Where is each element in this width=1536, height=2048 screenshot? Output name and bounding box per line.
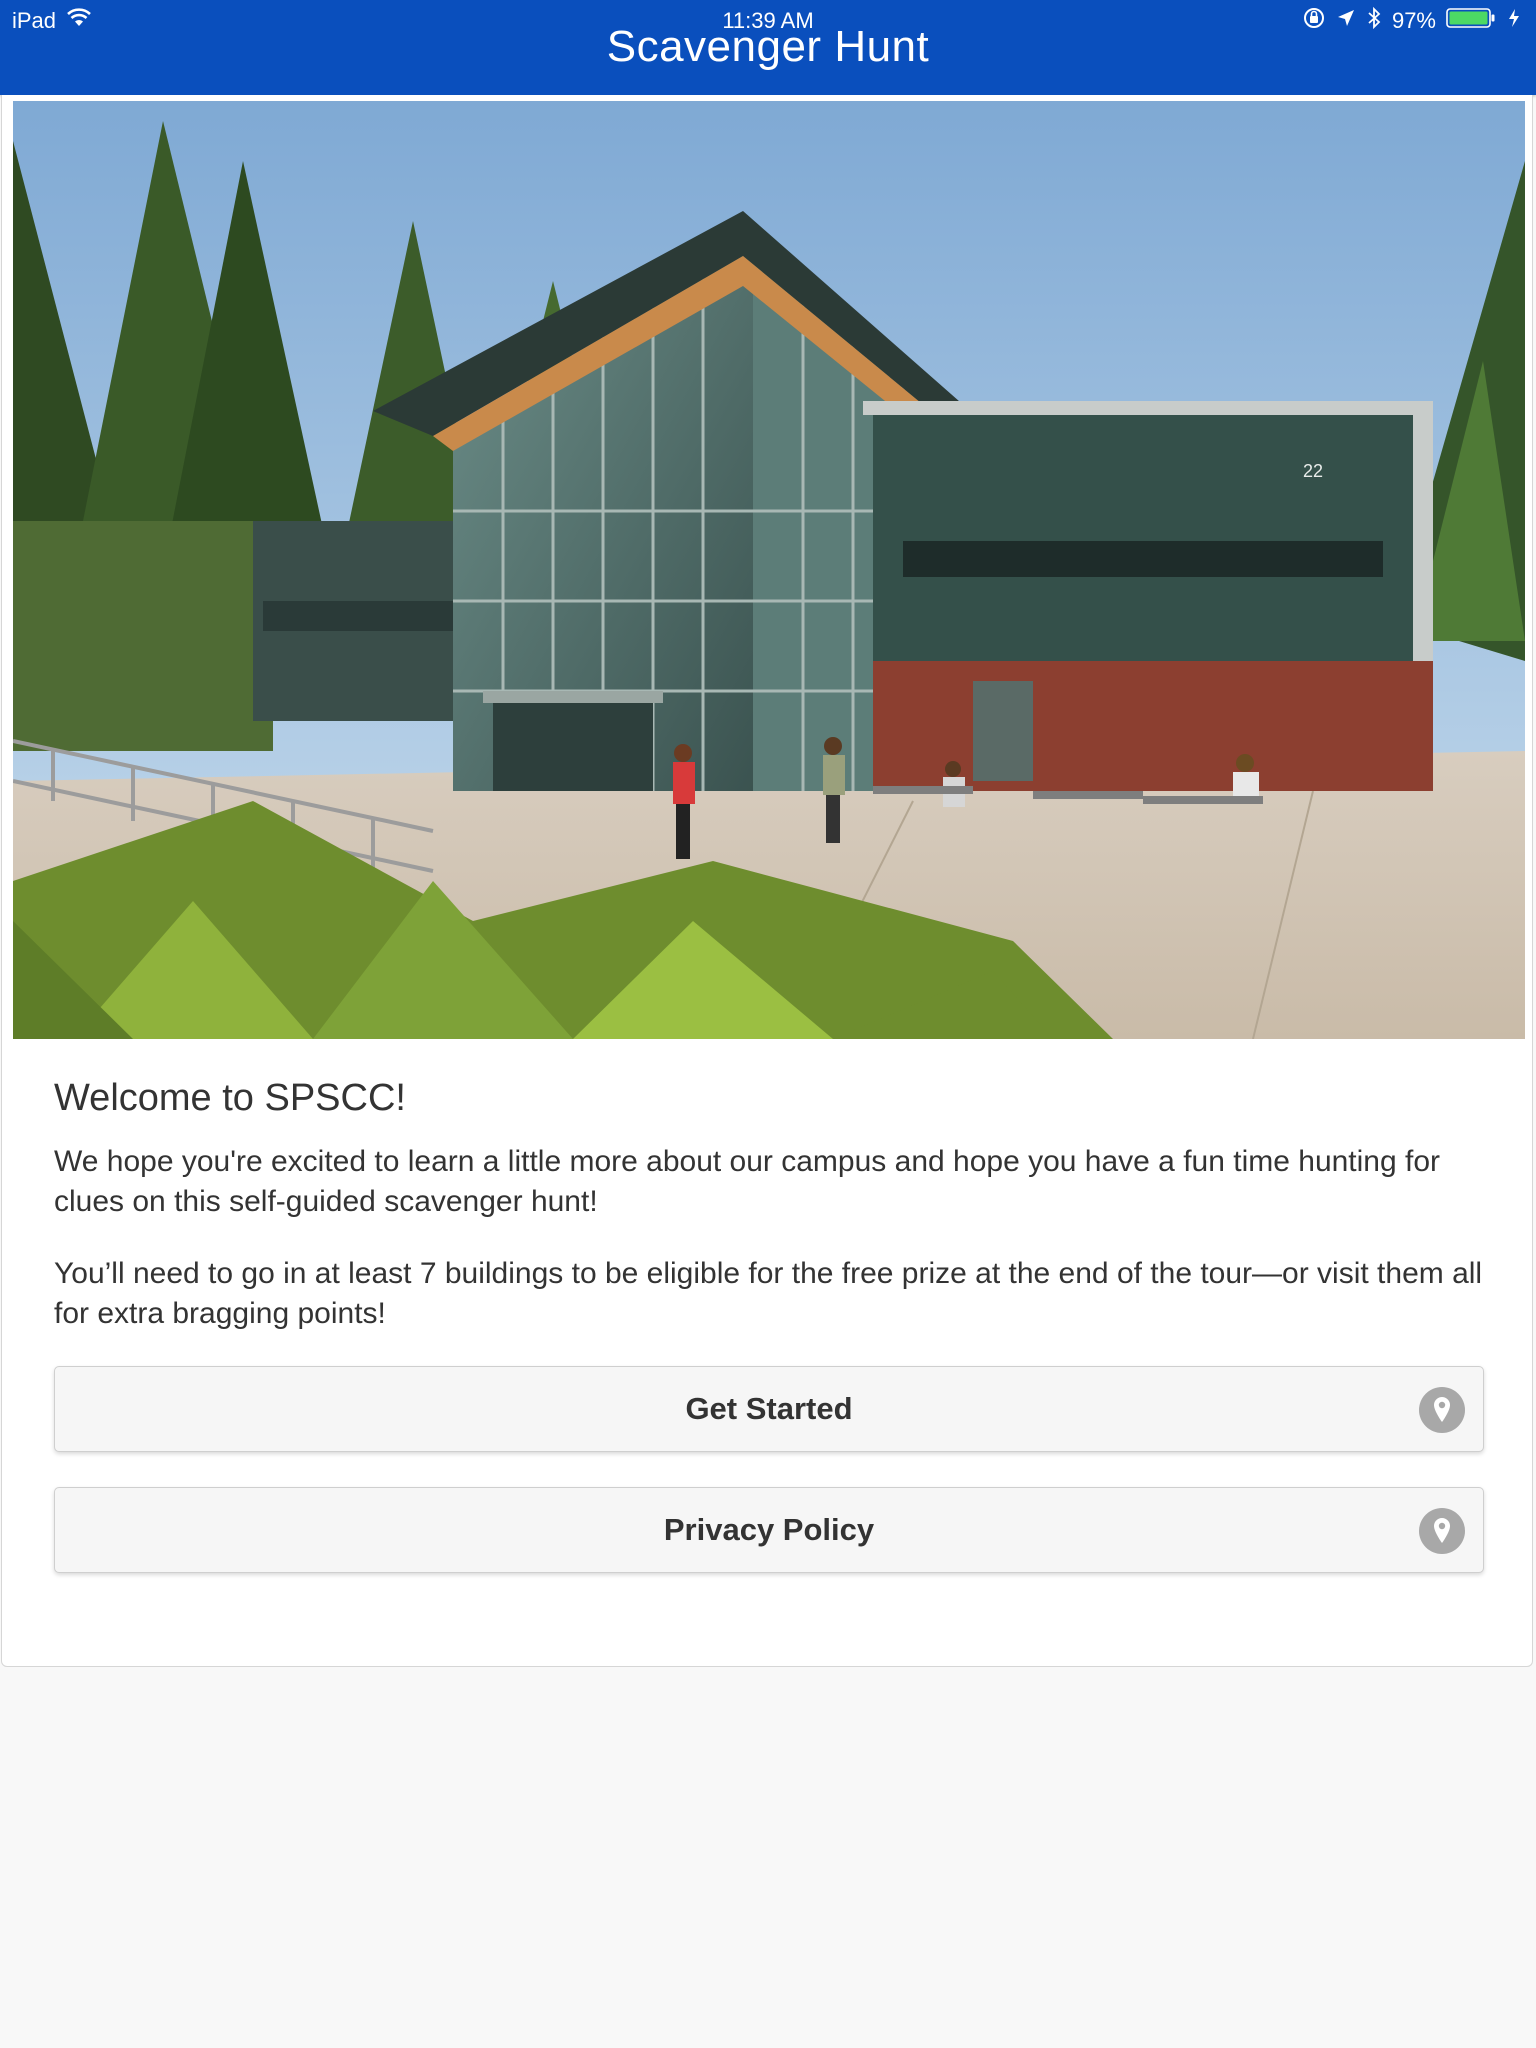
map-pin-icon [1419, 1508, 1465, 1554]
navigation-bar: iPad 11:39 AM 97% Scavenger Hunt [0, 0, 1536, 95]
page-title: Scavenger Hunt [606, 22, 930, 71]
privacy-policy-button[interactable]: Privacy Policy [54, 1487, 1484, 1573]
welcome-heading: Welcome to SPSCC! [54, 1077, 406, 1119]
building-number: 22 [1303, 461, 1323, 481]
privacy-policy-label: Privacy Policy [663, 1512, 875, 1547]
prize-paragraph: You’ll need to go in at least 7 building… [54, 1257, 1483, 1330]
get-started-button[interactable]: Get Started [54, 1366, 1484, 1452]
intro-paragraph: We hope you're excited to learn a little… [54, 1145, 1441, 1218]
get-started-label: Get Started [685, 1391, 853, 1426]
welcome-content: Welcome to SPSCC! We hope you're excited… [54, 1077, 1484, 1608]
campus-photo: 22 [13, 101, 1525, 1039]
welcome-card: 22 Welcome to SPSCC! We hope you're exci… [1, 95, 1533, 1667]
map-pin-icon [1419, 1387, 1465, 1433]
